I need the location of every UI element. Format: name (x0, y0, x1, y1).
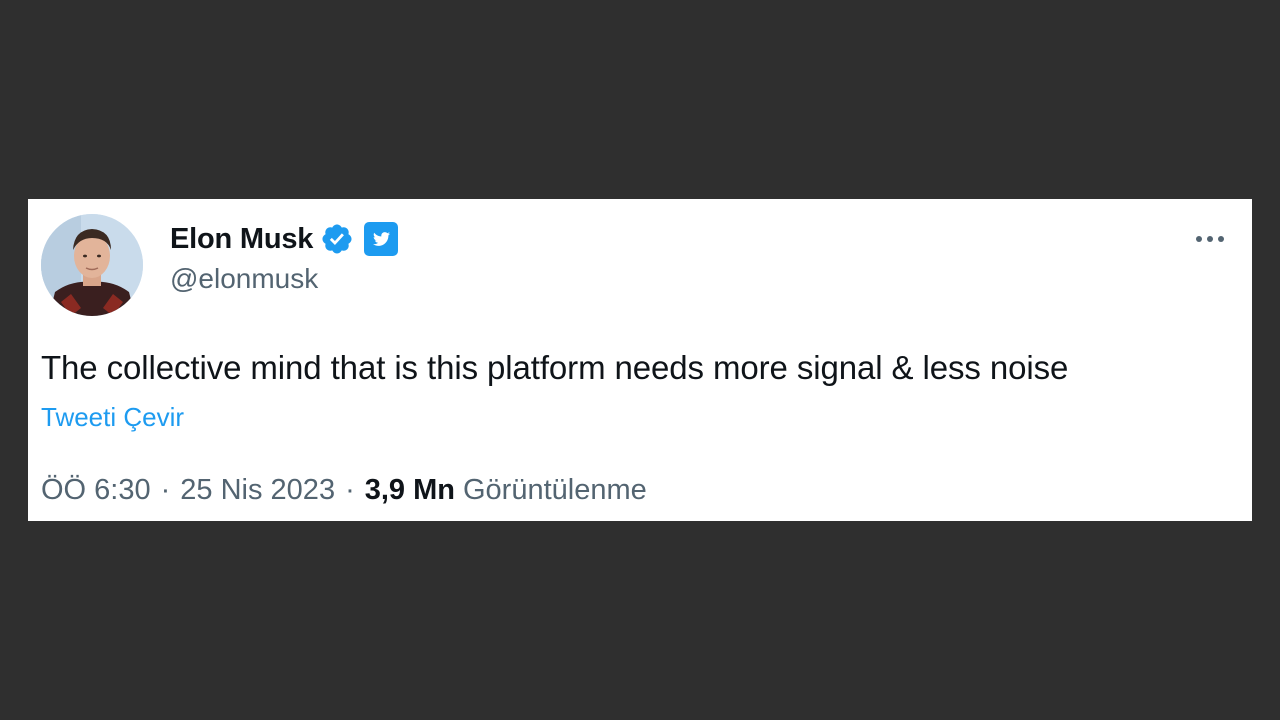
meta-separator: · (160, 474, 171, 506)
views-count[interactable]: 3,9 Mn (365, 474, 455, 507)
more-horizontal-icon-dot (1218, 236, 1224, 242)
more-horizontal-icon (1196, 236, 1202, 242)
more-options-button[interactable] (1190, 225, 1230, 253)
tweet-time[interactable]: ÖÖ 6:30 (41, 474, 151, 507)
tweet-meta: ÖÖ 6:30 · 25 Nis 2023 · 3,9 Mn Görüntüle… (41, 474, 647, 507)
meta-separator: · (345, 474, 355, 506)
author-avatar[interactable] (41, 214, 143, 316)
verified-badge-icon[interactable] (320, 222, 354, 256)
tweet-date[interactable]: 25 Nis 2023 (180, 474, 335, 507)
tweet-text: The collective mind that is this platfor… (41, 349, 1069, 386)
author-handle[interactable]: @elonmusk (170, 263, 318, 295)
views-label[interactable]: Görüntülenme (463, 474, 647, 507)
twitter-bird-icon[interactable] (364, 222, 399, 256)
tweet-card: Elon Musk @elonmusk The collective mind … (28, 199, 1252, 521)
author-display-name[interactable]: Elon Musk (170, 223, 313, 256)
translate-tweet-link[interactable]: Tweeti Çevir (41, 402, 184, 433)
author-name-row: Elon Musk (170, 219, 399, 259)
more-horizontal-icon-dot (1207, 236, 1213, 242)
